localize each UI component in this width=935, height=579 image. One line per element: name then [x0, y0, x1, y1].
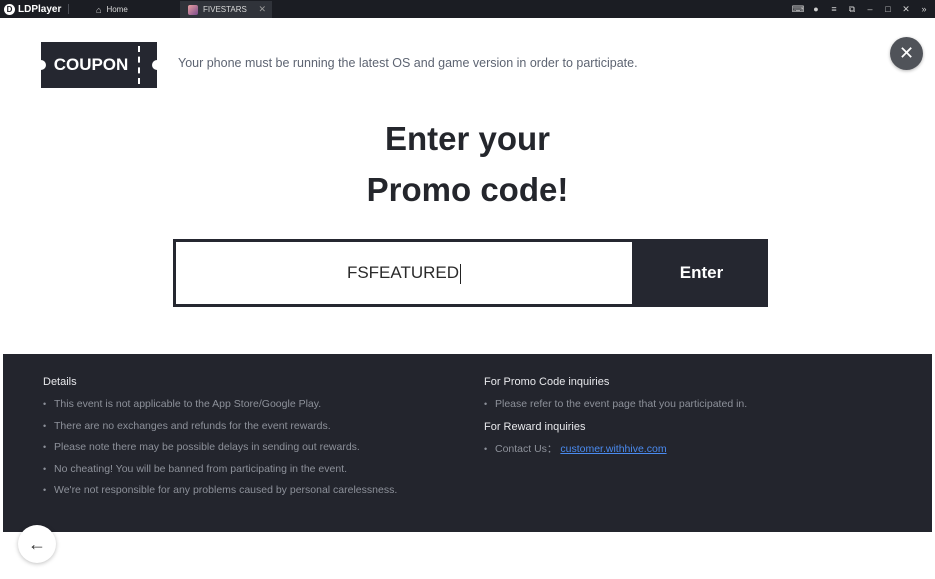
coupon-badge: COUPON	[36, 42, 162, 88]
tab-fivestars[interactable]: FIVESTARS ✕	[180, 1, 272, 18]
details-panel: Details This event is not applicable to …	[3, 354, 932, 532]
ldplayer-logo-icon: D	[4, 3, 15, 15]
window-icon[interactable]: ⧉	[843, 1, 861, 17]
gamepad-icon[interactable]: ⌨	[789, 1, 807, 17]
reward-inquiries-title: For Reward inquiries	[484, 420, 586, 433]
list-item: No cheating! You will be banned from par…	[43, 462, 397, 484]
coupon-label: COUPON	[53, 55, 129, 74]
menu-icon[interactable]: ≡	[825, 1, 843, 17]
app-brand[interactable]: D LDPlayer	[4, 2, 61, 16]
list-item: We're not responsible for any problems c…	[43, 483, 397, 505]
page-title-line2: Promo code!	[366, 171, 569, 208]
contact-label: Contact Us：	[495, 442, 558, 455]
tab-home[interactable]: ⌂ Home	[82, 1, 178, 18]
promo-inquiries-list: Please refer to the event page that you …	[484, 397, 747, 419]
details-column: Details This event is not applicable to …	[43, 376, 397, 505]
list-item: Please note there may be possible delays…	[43, 440, 397, 462]
promo-code-value: FSFEATURED	[346, 263, 460, 282]
enter-button[interactable]: Enter	[635, 239, 768, 307]
promo-code-value-wrap: FSFEATURED	[176, 242, 632, 304]
details-list: This event is not applicable to the App …	[43, 397, 397, 505]
list-item: Please refer to the event page that you …	[484, 397, 747, 419]
close-icon: ✕	[898, 43, 915, 63]
more-icon[interactable]: »	[915, 1, 933, 17]
close-button[interactable]: ✕	[890, 37, 923, 70]
promo-form: FSFEATURED Enter	[173, 239, 768, 307]
page-title-line1: Enter your	[384, 120, 551, 157]
tab-label: FIVESTARS	[203, 5, 247, 14]
reward-inquiries-list: Contact Us： customer.withhive.com	[484, 442, 747, 464]
arrow-left-icon: ←	[28, 534, 46, 554]
back-button[interactable]: ←	[18, 525, 56, 563]
close-window-icon[interactable]: ✕	[897, 1, 915, 17]
home-icon: ⌂	[96, 4, 102, 15]
coupon-notch	[152, 60, 162, 70]
text-caret	[460, 263, 462, 284]
window-controls: ⌨ ● ≡ ⧉ – □ ✕ »	[789, 1, 933, 17]
list-item: Contact Us： customer.withhive.com	[484, 442, 747, 464]
tab-label: Home	[106, 5, 128, 14]
minimize-icon[interactable]: –	[861, 1, 879, 17]
maximize-icon[interactable]: □	[879, 1, 897, 17]
list-item: There are no exchanges and refunds for t…	[43, 419, 397, 441]
list-item: This event is not applicable to the App …	[43, 397, 397, 419]
account-icon[interactable]: ●	[807, 1, 825, 17]
inquiries-column: For Promo Code inquiries Please refer to…	[484, 376, 747, 463]
participation-notice: Your phone must be running the latest OS…	[178, 56, 638, 70]
app-titlebar: D LDPlayer ⌂ Home FIVESTARS ✕ ⌨ ● ≡ ⧉ – …	[0, 0, 935, 18]
contact-email-link[interactable]: customer.withhive.com	[560, 443, 666, 455]
tab-divider	[68, 4, 69, 14]
app-name: LDPlayer	[18, 3, 62, 15]
tab-close-icon[interactable]: ✕	[258, 4, 266, 15]
details-title: Details	[43, 376, 77, 388]
promo-inquiries-title: For Promo Code inquiries	[484, 376, 610, 388]
promo-code-input[interactable]: FSFEATURED	[176, 242, 632, 304]
game-thumbnail-icon	[188, 4, 198, 15]
